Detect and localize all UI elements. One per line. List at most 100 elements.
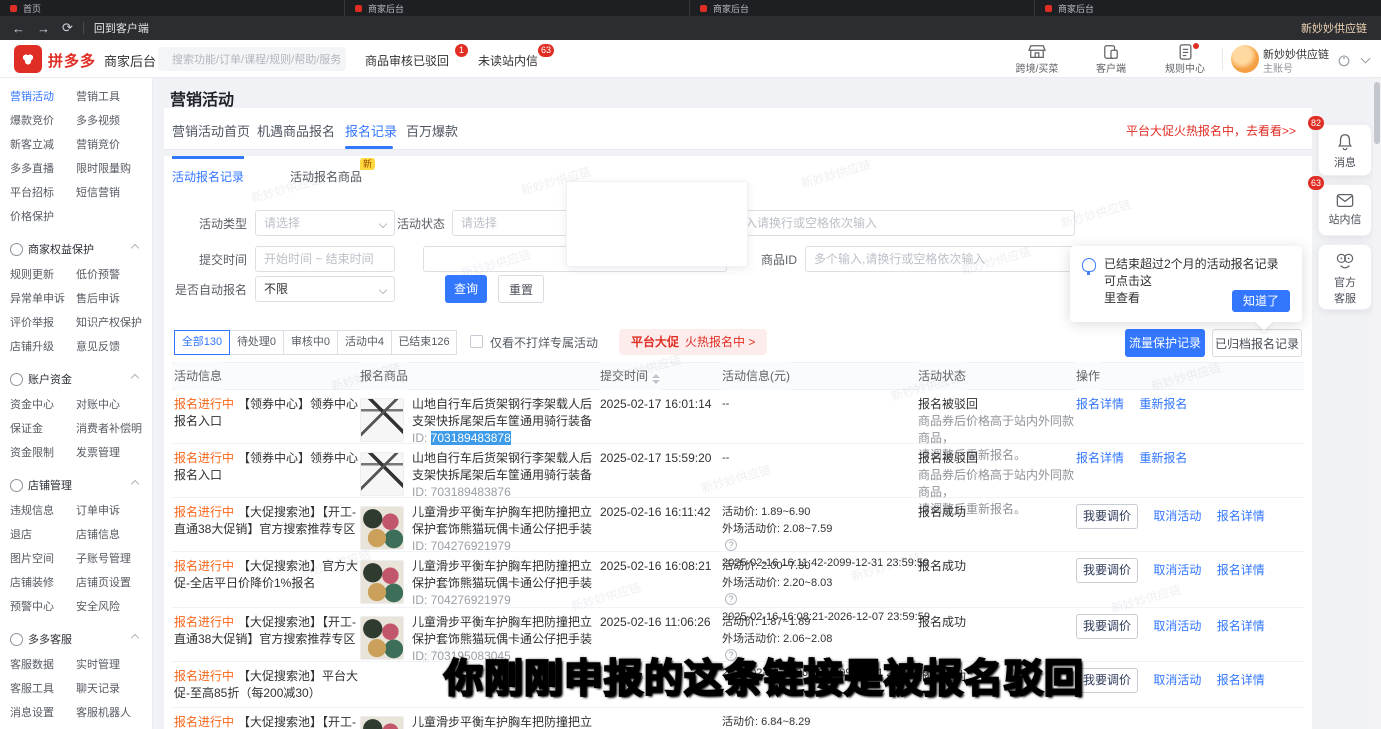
operation-link[interactable]: 取消活动: [1153, 509, 1201, 523]
sidebar-section-header[interactable]: 多多客服: [10, 626, 152, 652]
product-thumbnail[interactable]: [360, 716, 404, 729]
segment-active[interactable]: 活动中4: [337, 330, 392, 355]
reset-button[interactable]: 重置: [498, 275, 544, 303]
sidebar-item[interactable]: 规则更新: [10, 266, 76, 282]
forward-icon[interactable]: →: [37, 21, 50, 36]
sidebar-item[interactable]: 客服机器人: [76, 704, 142, 720]
browser-tab[interactable]: 首页: [0, 0, 345, 16]
auto-register-select[interactable]: 不限: [255, 276, 395, 302]
sidebar-item[interactable]: 店铺装修: [10, 574, 76, 590]
sidebar-section-header[interactable]: 账户资金: [10, 366, 152, 392]
sidebar-item[interactable]: 发票管理: [76, 444, 142, 460]
product-thumbnail[interactable]: [360, 398, 404, 442]
sidebar-item[interactable]: 退店: [10, 526, 76, 542]
info-icon[interactable]: ?: [725, 649, 737, 661]
sidebar-item[interactable]: 保证金: [10, 420, 76, 436]
sidebar-item[interactable]: 资金中心: [10, 396, 76, 412]
adjust-price-button[interactable]: 我要调价: [1076, 614, 1138, 639]
adjust-price-button[interactable]: 我要调价: [1076, 668, 1138, 693]
global-search-input[interactable]: 搜索功能/订单/课程/规则/帮助/服务: [158, 47, 346, 71]
browser-tab[interactable]: 商家后台: [345, 0, 690, 16]
operation-link[interactable]: 报名详情: [1076, 397, 1124, 411]
browser-tab[interactable]: 商家后台: [690, 0, 1035, 16]
sidebar-item[interactable]: 消费者补偿明细: [76, 420, 142, 436]
sidebar-item[interactable]: 违规信息: [10, 502, 76, 518]
sidebar-item[interactable]: 预警中心: [10, 598, 76, 614]
audit-rejected-link[interactable]: 商品审核已驳回: [365, 52, 449, 69]
operation-link[interactable]: 重新报名: [1139, 397, 1187, 411]
client-app-entry[interactable]: 客户端: [1085, 43, 1137, 75]
submit-time-range-input[interactable]: 开始时间 ~ 结束时间: [255, 246, 395, 272]
product-thumbnail[interactable]: [360, 616, 404, 660]
product-name[interactable]: 儿童滑步平衡车护胸车把防撞把立保护套饰熊猫玩偶卡通公仔把手装: [412, 558, 600, 592]
operation-link[interactable]: 重新报名: [1139, 451, 1187, 465]
sidebar-item[interactable]: 价格保护: [10, 208, 76, 224]
product-name[interactable]: 儿童滑步平衡车护胸车把防撞把立保护套饰熊猫玩偶卡通公仔把手装: [412, 714, 600, 729]
browser-profile-label[interactable]: 新妙妙供应链: [1301, 20, 1367, 36]
sidebar-item[interactable]: 聊天记录: [76, 680, 142, 696]
sidebar-item[interactable]: 低价预警: [76, 266, 142, 282]
sidebar-item[interactable]: 店铺页设置: [76, 574, 142, 590]
sidebar-item[interactable]: 售后申诉: [76, 290, 142, 306]
rule-center-entry[interactable]: 规则中心: [1159, 43, 1211, 75]
segment-all[interactable]: 全部130: [174, 330, 230, 355]
sidebar-item[interactable]: 短信营销: [76, 184, 142, 200]
sidebar-item[interactable]: 客服工具: [10, 680, 76, 696]
sidebar-item[interactable]: 营销竞价: [76, 136, 142, 152]
sidebar-item[interactable]: 店铺升级: [10, 338, 76, 354]
open-dropdown-panel[interactable]: [566, 181, 748, 267]
segment-ended[interactable]: 已结束126: [391, 330, 457, 355]
scrollbar-thumb[interactable]: [1374, 82, 1380, 144]
product-thumbnail[interactable]: [360, 506, 404, 550]
sidebar-item[interactable]: 实时管理: [76, 656, 142, 672]
account-avatar[interactable]: [1231, 45, 1259, 73]
query-button[interactable]: 查询: [445, 275, 487, 303]
activity-id-input[interactable]: 多个输入请换行或空格依次输入: [700, 210, 1075, 236]
adjust-price-button[interactable]: 我要调价: [1076, 558, 1138, 583]
operation-link[interactable]: 报名详情: [1217, 673, 1265, 687]
sidebar-item[interactable]: 营销活动: [10, 88, 76, 104]
sidebar-item[interactable]: 消息设置: [10, 704, 76, 720]
cross-border-entry[interactable]: 跨境/买菜: [1011, 43, 1063, 75]
operation-link[interactable]: 取消活动: [1153, 619, 1201, 633]
logout-power-icon[interactable]: [1337, 53, 1351, 67]
sort-icon[interactable]: [652, 370, 660, 380]
big-promo-pill[interactable]: 平台大促火热报名中 >: [619, 329, 767, 355]
sidebar-item[interactable]: 客服数据: [10, 656, 76, 672]
page-scrollbar[interactable]: [1373, 78, 1381, 729]
info-icon[interactable]: ?: [725, 593, 737, 605]
sidebar-item[interactable]: 店铺信息: [76, 526, 142, 542]
tab-million-bestsellers[interactable]: 百万爆款: [406, 121, 458, 140]
browser-tab[interactable]: 商家后台: [1035, 0, 1380, 16]
segment-pending[interactable]: 待处理0: [229, 330, 284, 355]
sidebar-item[interactable]: 安全风险: [76, 598, 142, 614]
product-thumbnail[interactable]: [360, 452, 404, 496]
info-icon[interactable]: ?: [725, 539, 737, 551]
product-thumbnail[interactable]: [360, 560, 404, 604]
subtab-activity-goods[interactable]: 活动报名商品: [290, 168, 362, 185]
subtab-activity-records[interactable]: 活动报名记录: [172, 168, 244, 185]
operation-link[interactable]: 报名详情: [1217, 563, 1265, 577]
unread-mail-link[interactable]: 未读站内信: [478, 52, 538, 69]
operation-link[interactable]: 取消活动: [1153, 673, 1201, 687]
exclusive-filter-checkbox[interactable]: [470, 335, 483, 348]
product-name[interactable]: 山地自行车后货架钢行李架载人后支架快拆尾架后车筐通用骑行装备: [412, 396, 600, 430]
sidebar-item[interactable]: 意见反馈: [76, 338, 142, 354]
sidebar-item[interactable]: 评价举报: [10, 314, 76, 330]
back-icon[interactable]: ←: [12, 21, 25, 36]
messages-widget[interactable]: 消息: [1318, 124, 1372, 176]
goods-id-input[interactable]: 多个输入,请换行或空格依次输入: [805, 246, 1075, 272]
sidebar-item[interactable]: 限时限量购: [76, 160, 142, 176]
promo-campaign-link[interactable]: 平台大促火热报名中，去看看>>: [1126, 122, 1296, 139]
sidebar-section-header[interactable]: 商家权益保护: [10, 236, 152, 262]
operation-link[interactable]: 报名详情: [1217, 509, 1265, 523]
tab-registration-records[interactable]: 报名记录: [345, 121, 397, 140]
tab-marketing-home[interactable]: 营销活动首页: [172, 121, 250, 140]
sidebar-item[interactable]: 订单申诉: [76, 502, 142, 518]
product-name[interactable]: 山地自行车后货架钢行李架载人后支架快拆尾架后车筐通用骑行装备: [412, 450, 600, 484]
sidebar-item[interactable]: 图片空间: [10, 550, 76, 566]
bookmark-back-to-client[interactable]: 回到客户端: [94, 20, 149, 36]
sidebar-item[interactable]: 爆款竞价: [10, 112, 76, 128]
operation-link[interactable]: 报名详情: [1217, 619, 1265, 633]
sidebar-item[interactable]: 多多视频: [76, 112, 142, 128]
